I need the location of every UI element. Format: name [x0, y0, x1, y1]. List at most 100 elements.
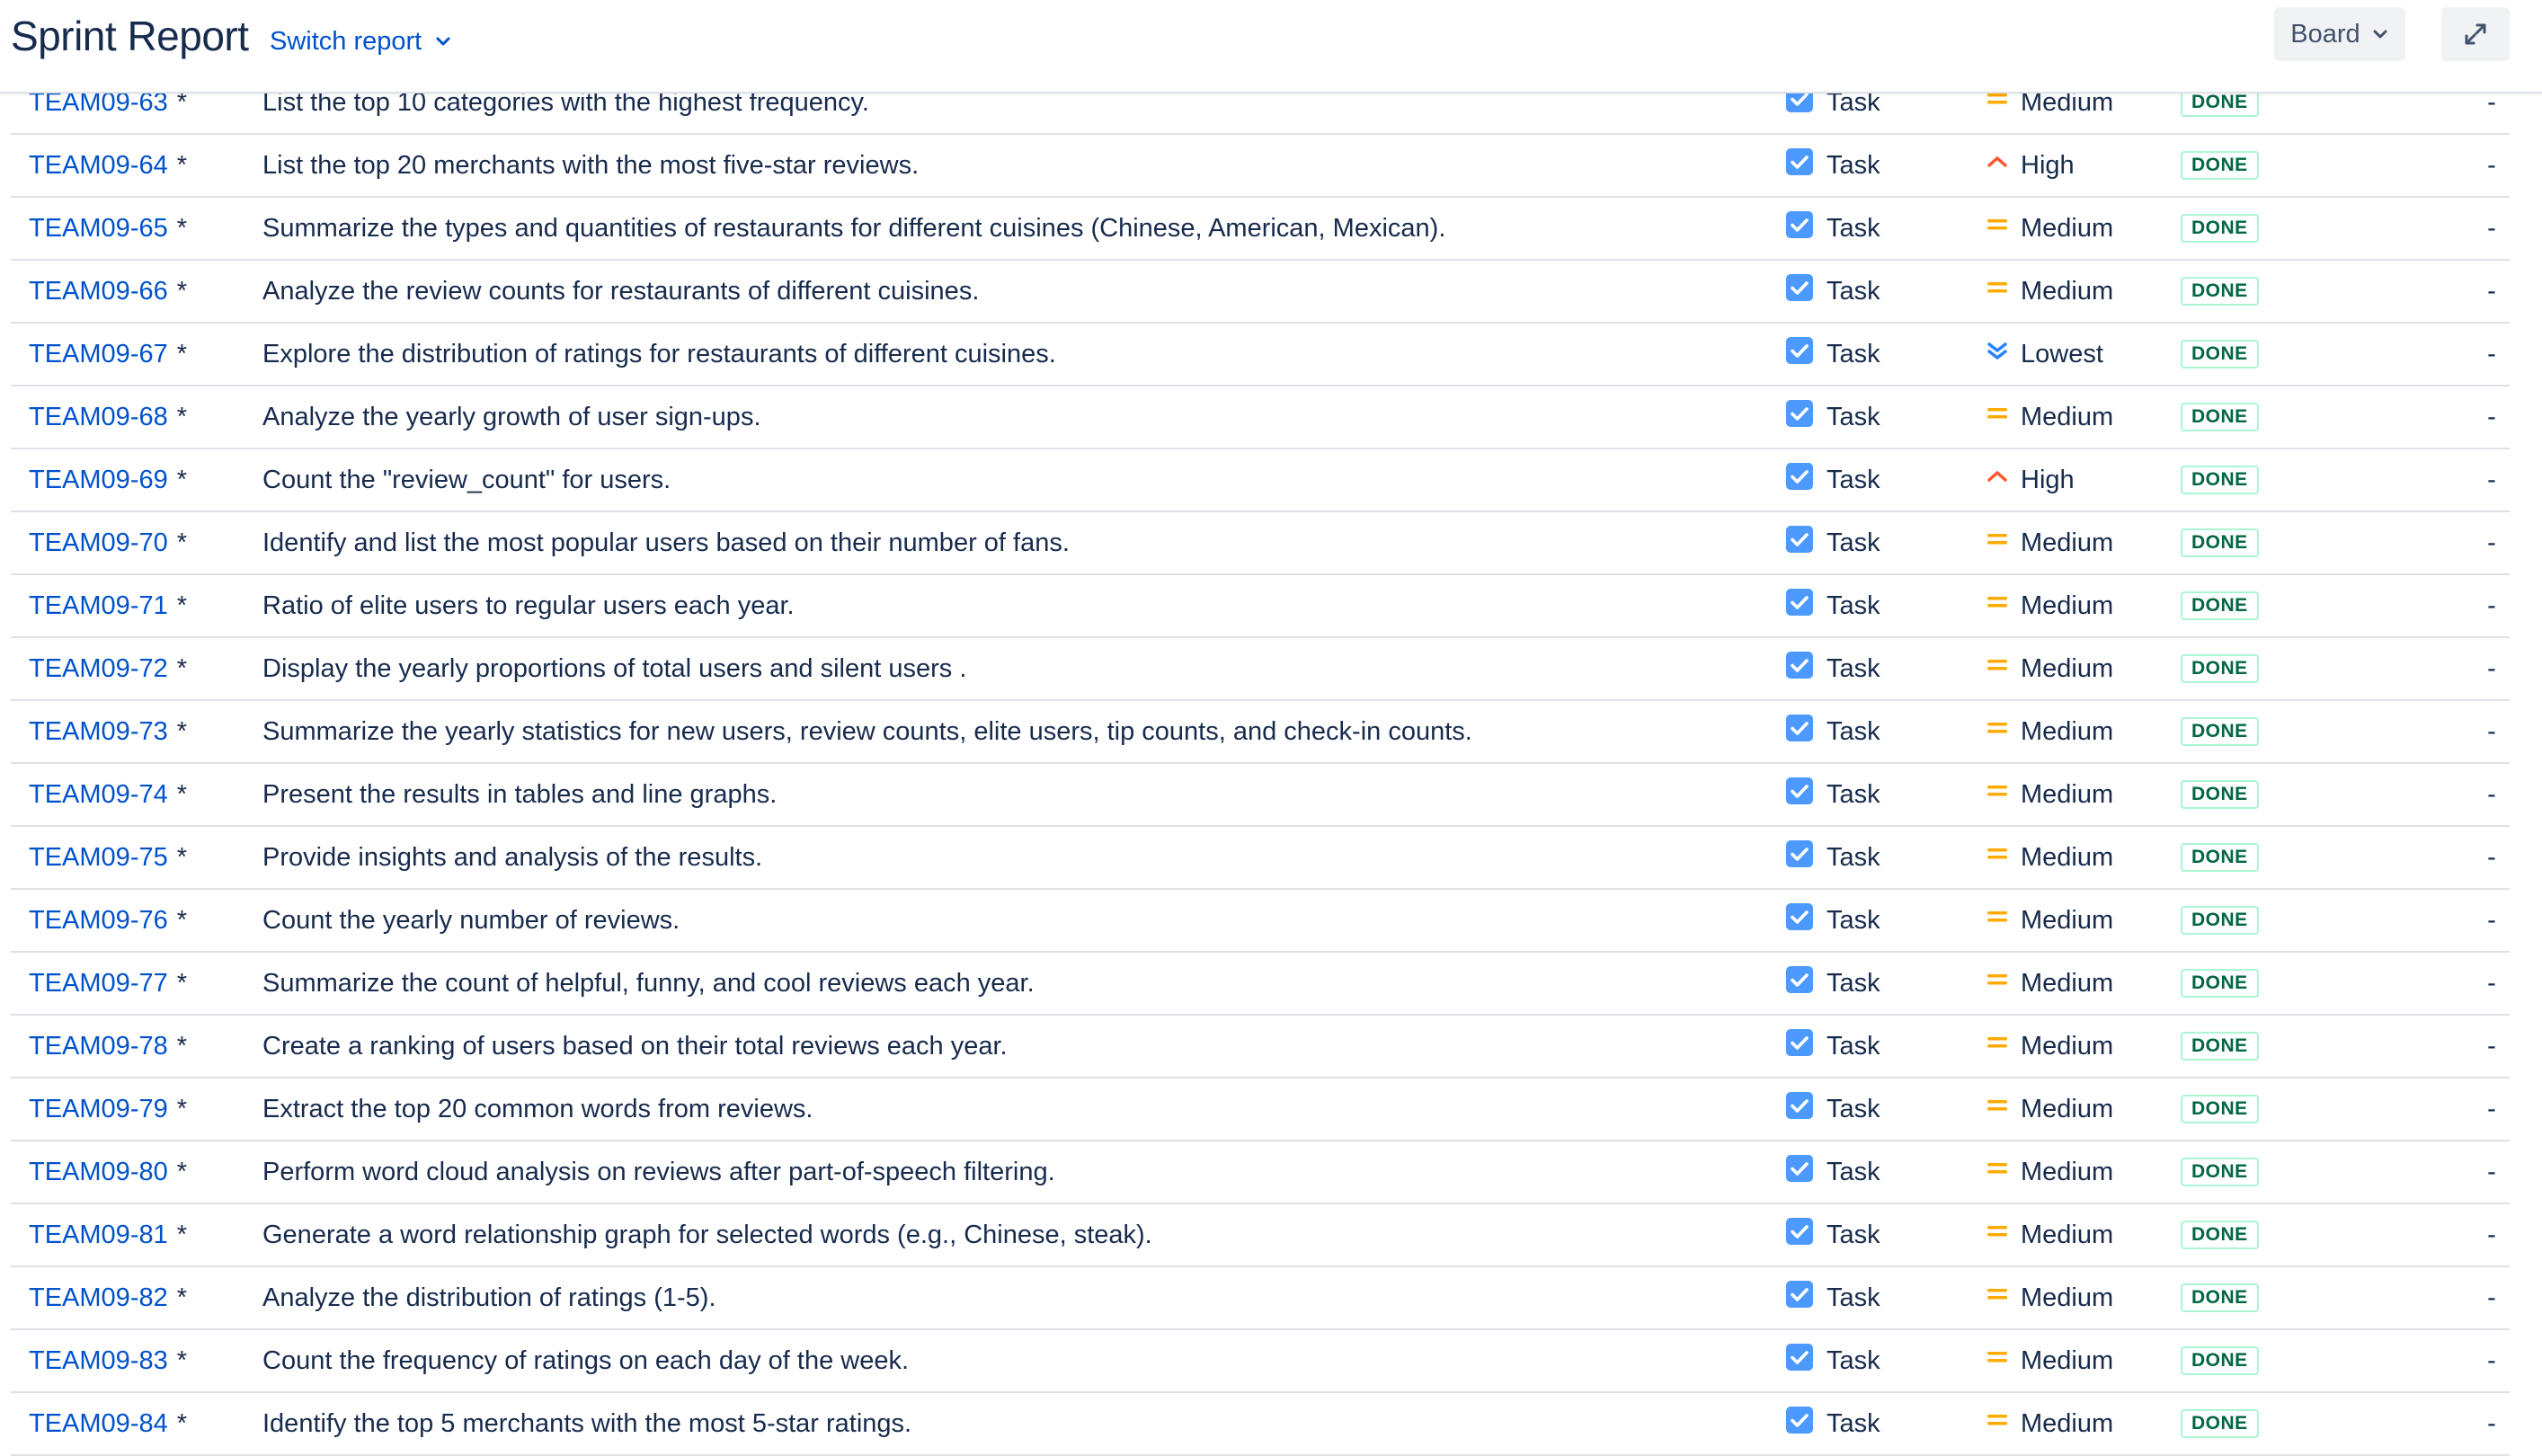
status-badge: DONE	[2181, 466, 2259, 494]
issue-key-link[interactable]: TEAM09-84	[29, 1409, 168, 1439]
added-after-start-marker: *	[176, 590, 188, 620]
switch-report-button[interactable]: Switch report	[270, 23, 452, 59]
issue-type-label: Task	[1827, 1031, 1880, 1061]
status-cell: DONE	[2181, 1141, 2333, 1203]
table-row[interactable]: TEAM09-72 * Display the yearly proportio…	[11, 638, 2510, 701]
issue-type-cell: Task	[1785, 1330, 1956, 1391]
priority-medium-icon	[1985, 1093, 2021, 1125]
table-row[interactable]: TEAM09-80 * Perform word cloud analysis …	[11, 1141, 2510, 1204]
board-button[interactable]: Board	[2274, 7, 2405, 61]
table-row[interactable]: TEAM09-75 * Provide insights and analysi…	[11, 827, 2510, 890]
table-row[interactable]: TEAM09-84 * Identify the top 5 merchants…	[11, 1393, 2510, 1456]
status-badge: DONE	[2181, 591, 2259, 620]
issue-key-link[interactable]: TEAM09-74	[29, 780, 168, 810]
issue-key-link[interactable]: TEAM09-82	[29, 1283, 168, 1313]
issue-key-link[interactable]: TEAM09-83	[29, 1346, 168, 1376]
table-row[interactable]: TEAM09-74 * Present the results in table…	[11, 764, 2510, 827]
priority-label: Medium	[2021, 1031, 2114, 1061]
issue-type-label: Task	[1827, 653, 1880, 683]
issue-key-link[interactable]: TEAM09-71	[29, 591, 168, 621]
priority-cell: Medium	[1985, 512, 2173, 573]
issue-key-link[interactable]: TEAM09-70	[29, 528, 168, 558]
issue-key-link[interactable]: TEAM09-65	[29, 214, 168, 244]
status-badge: DONE	[2181, 340, 2259, 368]
status-cell: DONE	[2181, 1393, 2333, 1454]
issue-type-cell: Task	[1785, 135, 1956, 196]
table-row[interactable]: TEAM09-71 * Ratio of elite users to regu…	[11, 575, 2510, 638]
status-badge: DONE	[2181, 1158, 2259, 1186]
issue-summary: Count the frequency of ratings on each d…	[262, 1345, 910, 1375]
status-badge: DONE	[2181, 969, 2259, 998]
priority-medium-icon	[1985, 715, 2021, 748]
priority-medium-icon	[1985, 967, 2021, 999]
added-after-start-marker: *	[176, 842, 188, 872]
status-cell: DONE	[2181, 386, 2333, 448]
added-after-start-marker: *	[176, 968, 188, 998]
priority-medium-icon	[1985, 1219, 2021, 1251]
table-row[interactable]: TEAM09-82 * Analyze the distribution of …	[11, 1267, 2510, 1330]
priority-label: Medium	[2021, 968, 2114, 998]
table-row[interactable]: TEAM09-83 * Count the frequency of ratin…	[11, 1330, 2510, 1393]
issue-type-cell: Task	[1785, 575, 1956, 636]
issue-key-link[interactable]: TEAM09-78	[29, 1032, 168, 1061]
story-points: -	[2487, 1220, 2496, 1249]
priority-label: Medium	[2021, 1157, 2114, 1186]
table-row[interactable]: TEAM09-78 * Create a ranking of users ba…	[11, 1016, 2510, 1079]
priority-cell: Medium	[1985, 1141, 2173, 1203]
issue-key-link[interactable]: TEAM09-81	[29, 1221, 168, 1250]
table-row[interactable]: TEAM09-64 * List the top 20 merchants wi…	[11, 135, 2510, 198]
table-row[interactable]: TEAM09-77 * Summarize the count of helpf…	[11, 953, 2510, 1016]
status-cell: DONE	[2181, 701, 2333, 762]
issue-key-link[interactable]: TEAM09-64	[29, 151, 168, 181]
table-row[interactable]: TEAM09-81 * Generate a word relationship…	[11, 1204, 2510, 1267]
priority-medium-icon	[1985, 1156, 2021, 1188]
issue-type-cell: Task	[1785, 198, 1956, 259]
table-row[interactable]: TEAM09-68 * Analyze the yearly growth of…	[11, 386, 2510, 449]
table-row[interactable]: TEAM09-70 * Identify and list the most p…	[11, 512, 2510, 575]
issue-key-link[interactable]: TEAM09-77	[29, 969, 168, 999]
table-row[interactable]: TEAM09-65 * Summarize the types and quan…	[11, 198, 2510, 261]
issue-key-link[interactable]: TEAM09-72	[29, 654, 168, 684]
issue-type-cell: Task	[1785, 701, 1956, 762]
task-icon	[1785, 902, 1827, 938]
status-cell: DONE	[2181, 764, 2333, 825]
task-icon	[1785, 147, 1827, 183]
issue-key-link[interactable]: TEAM09-75	[29, 843, 168, 873]
issue-key-link[interactable]: TEAM09-73	[29, 717, 168, 747]
issue-type-cell: Task	[1785, 512, 1956, 573]
table-row[interactable]: TEAM09-67 * Explore the distribution of …	[11, 324, 2510, 386]
task-icon	[1785, 1343, 1827, 1379]
issue-key-cell: TEAM09-78 *	[29, 1016, 244, 1077]
issue-key-link[interactable]: TEAM09-76	[29, 906, 168, 936]
issue-type-label: Task	[1827, 968, 1880, 998]
issue-key-link[interactable]: TEAM09-68	[29, 403, 168, 432]
issue-type-cell: Task	[1785, 1267, 1956, 1328]
added-after-start-marker: *	[176, 1157, 188, 1186]
status-badge: DONE	[2181, 403, 2259, 431]
table-row[interactable]: TEAM09-66 * Analyze the review counts fo…	[11, 261, 2510, 324]
priority-cell: Medium	[1985, 953, 2173, 1014]
status-cell: DONE	[2181, 827, 2333, 888]
added-after-start-marker: *	[176, 339, 188, 368]
issue-key-link[interactable]: TEAM09-66	[29, 277, 168, 306]
issue-type-label: Task	[1827, 276, 1880, 306]
added-after-start-marker: *	[176, 1031, 188, 1061]
issue-key-link[interactable]: TEAM09-80	[29, 1158, 168, 1187]
status-badge: DONE	[2181, 1409, 2259, 1438]
status-cell: DONE	[2181, 135, 2333, 196]
priority-label: High	[2021, 150, 2075, 180]
table-row[interactable]: TEAM09-79 * Extract the top 20 common wo…	[11, 1079, 2510, 1141]
table-row[interactable]: TEAM09-73 * Summarize the yearly statist…	[11, 701, 2510, 764]
task-icon	[1785, 1217, 1827, 1253]
task-icon	[1785, 1154, 1827, 1190]
issue-summary: Identify and list the most popular users…	[262, 528, 1070, 557]
table-row[interactable]: TEAM09-69 * Count the "review_count" for…	[11, 449, 2510, 512]
issue-key-link[interactable]: TEAM09-79	[29, 1095, 168, 1124]
issue-type-cell: Task	[1785, 638, 1956, 699]
issue-key-link[interactable]: TEAM09-67	[29, 340, 168, 369]
priority-label: Medium	[2021, 213, 2114, 243]
priority-cell: Medium	[1985, 827, 2173, 888]
table-row[interactable]: TEAM09-76 * Count the yearly number of r…	[11, 890, 2510, 953]
issue-key-link[interactable]: TEAM09-69	[29, 466, 168, 495]
fullscreen-button[interactable]	[2441, 7, 2510, 61]
